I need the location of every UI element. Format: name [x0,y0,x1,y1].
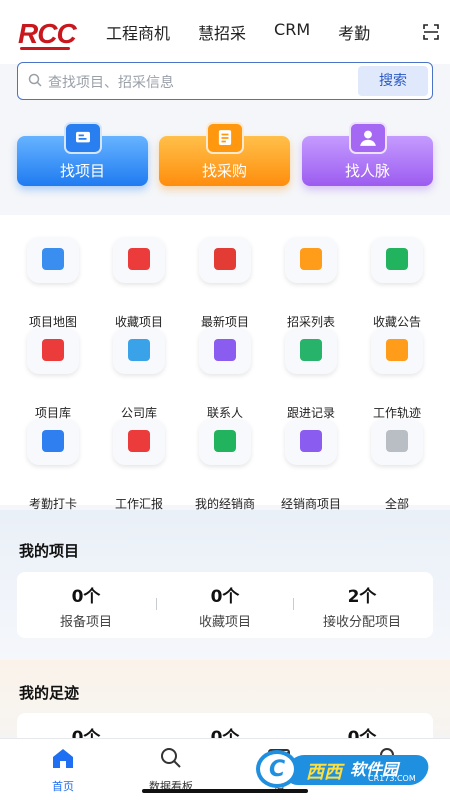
folder-star-icon [113,237,165,283]
grid-item-work-track[interactable]: 工作轨迹 [352,328,442,420]
find-contacts-button[interactable]: 找人脉 [302,122,433,186]
grid-item-follow-up-records[interactable]: 跟进记录 [266,328,356,420]
watermark-brand: 西西 [306,762,342,783]
scan-icon[interactable] [423,24,439,40]
grid-item-favorite-projects[interactable]: 收藏项目 [94,237,184,329]
home-indicator [142,789,308,793]
stat-label: 接收分配项目 [322,615,401,630]
calendar-check-icon [27,419,79,465]
bookmark-icon [371,237,423,283]
tab-data-dashboard[interactable]: 数据看板 [126,747,216,794]
nav-smart-procurement[interactable]: 慧招采 [198,20,246,44]
grid-item-my-dealers[interactable]: 我的经销商 [180,419,270,511]
box-icon [113,328,165,374]
search-icon [161,748,181,768]
search-input[interactable]: 查找项目、招采信息 [48,72,174,92]
grid-item-all[interactable]: 全部 [352,419,442,511]
checklist-icon [113,419,165,465]
grid-item-attendance-checkin[interactable]: 考勤打卡 [8,419,98,511]
top-nav: 工程商机 慧招采 CRM 考勤 [106,20,398,44]
rcc-logo[interactable]: RCC [18,18,77,50]
stat-value: 0个 [210,587,240,607]
nav-attendance[interactable]: 考勤 [338,20,370,44]
stat-value: 0个 [71,587,101,607]
contacts-icon [199,328,251,374]
nav-crm[interactable]: CRM [274,20,310,44]
watermark-logo: C 西西 软件园 CR173.COM [250,745,432,791]
edit-note-icon [285,328,337,374]
folder-rcc-icon [199,237,251,283]
find-procurement-label: 找采购 [201,162,247,180]
tab-label: 首页 [52,780,74,793]
find-contacts-label: 找人脉 [344,162,390,180]
grid-item-project-library[interactable]: 项目库 [8,328,98,420]
person-icon [199,419,251,465]
stat-value: 2个 [347,587,377,607]
grid-item-dealer-projects[interactable]: 经销商项目 [266,419,356,511]
document-icon [285,237,337,283]
stat-favorite-projects[interactable]: 0个 收藏项目 [156,582,294,630]
search-icon [28,73,42,87]
nav-engineering-opportunities[interactable]: 工程商机 [106,20,170,44]
stat-assigned-projects[interactable]: 2个 接收分配项目 [293,582,431,630]
my-projects-stats: 0个 报备项目 0个 收藏项目 2个 接收分配项目 [17,572,433,638]
my-projects-title: 我的项目 [19,542,80,560]
stat-reported-projects[interactable]: 0个 报备项目 [17,582,155,630]
tab-home[interactable]: 首页 [18,747,108,794]
feature-grid: 项目地图 收藏项目 最新项目 招采列表 收藏公告 项目库 公司库 联系人 跟进记… [0,215,450,511]
drawer-icon [27,328,79,374]
grid-item-procurement-list[interactable]: 招采列表 [266,237,356,329]
project-card-icon [64,122,102,154]
watermark-ring: C [256,750,298,788]
my-footprints-title: 我的足迹 [19,684,80,702]
apps-grid-icon [371,419,423,465]
find-procurement-button[interactable]: 找采购 [159,122,290,186]
grid-item-project-map[interactable]: 项目地图 [8,237,98,329]
route-icon [371,328,423,374]
find-projects-label: 找项目 [59,162,105,180]
grid-item-favorite-notices[interactable]: 收藏公告 [352,237,442,329]
form-person-icon [285,419,337,465]
grid-item-contacts[interactable]: 联系人 [180,328,270,420]
grid-item-work-report[interactable]: 工作汇报 [94,419,184,511]
home-icon [53,749,73,768]
procurement-doc-icon [206,122,244,154]
find-projects-button[interactable]: 找项目 [17,122,148,186]
search-bar[interactable]: 查找项目、招采信息 搜索 [17,62,433,100]
grid-item-latest-projects[interactable]: 最新项目 [180,237,270,329]
stat-label: 报备项目 [59,615,112,630]
logo-underline [20,47,70,50]
stat-label: 收藏项目 [198,615,251,630]
watermark-url: CR173.COM [368,774,416,783]
map-icon [27,237,79,283]
grid-item-company-library[interactable]: 公司库 [94,328,184,420]
search-button[interactable]: 搜索 [358,66,428,96]
contact-person-icon [349,122,387,154]
top-header: RCC 工程商机 慧招采 CRM 考勤 [0,0,450,64]
